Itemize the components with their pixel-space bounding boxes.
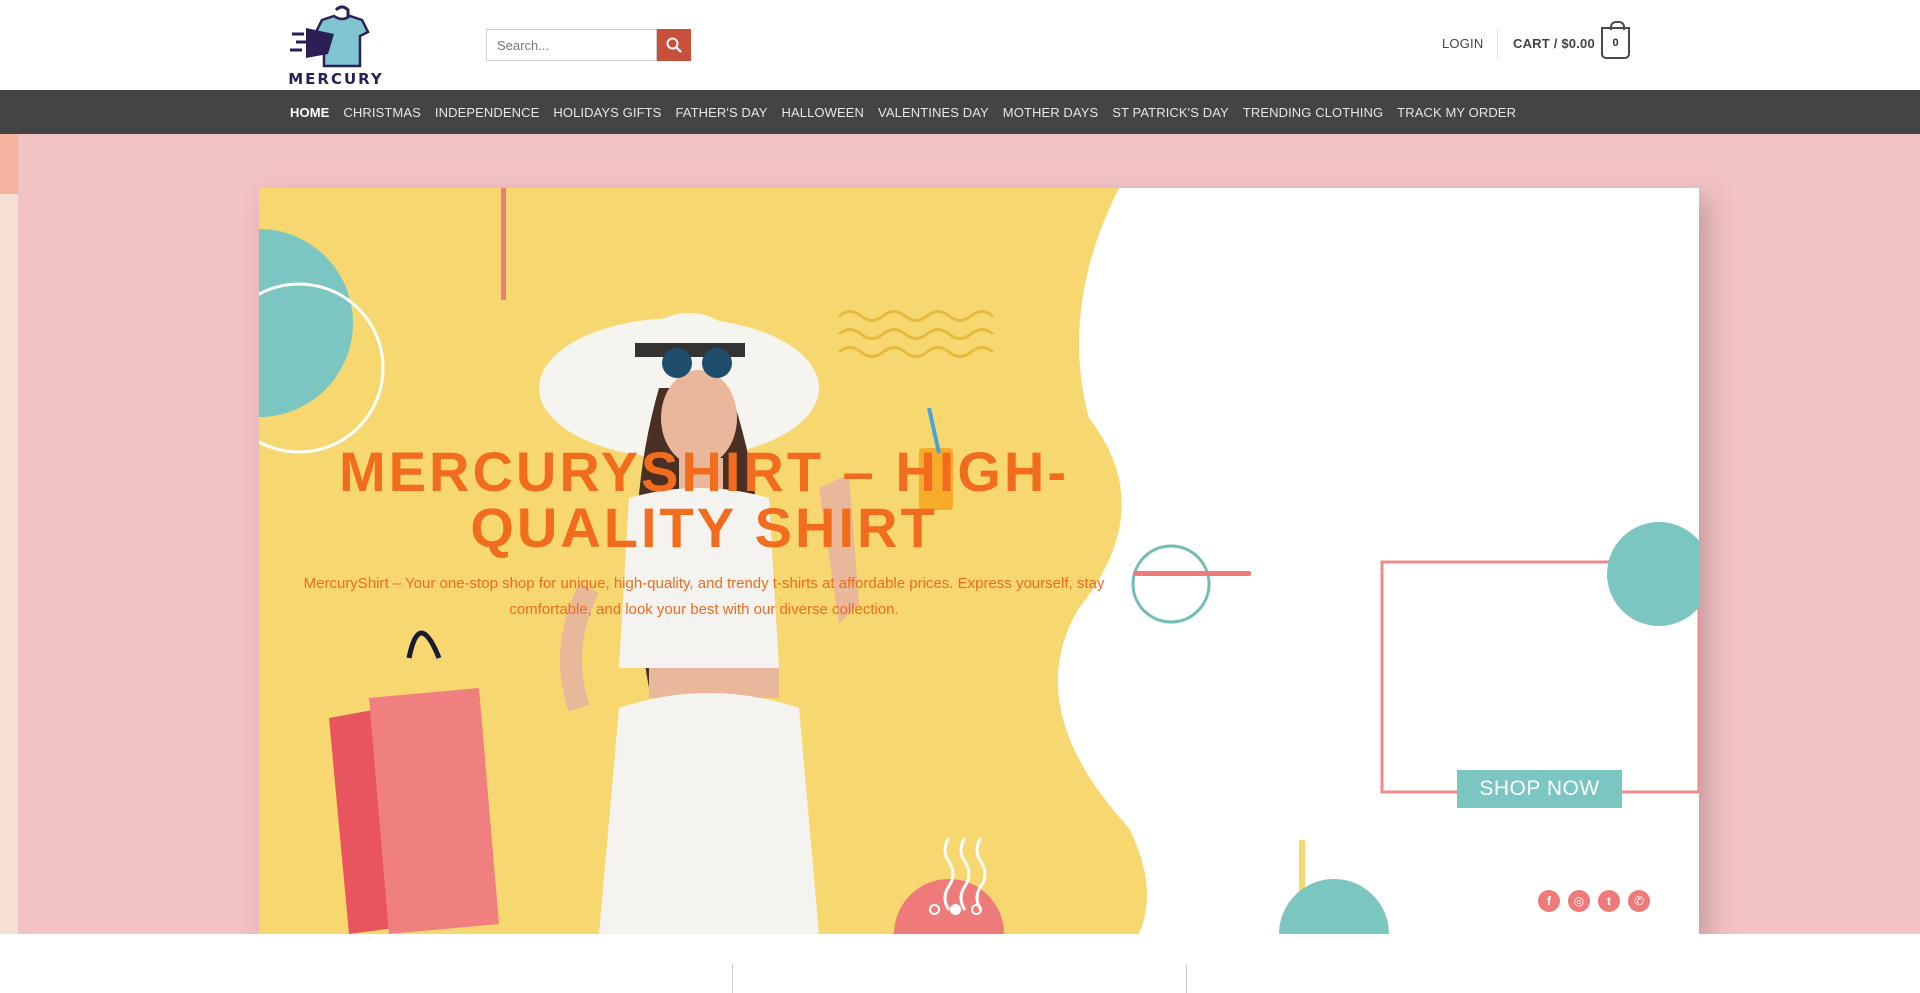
nav-item-holidays-gifts[interactable]: HOLIDAYS GIFTS bbox=[553, 105, 661, 120]
nav-item-home[interactable]: HOME bbox=[290, 105, 329, 120]
section-divider bbox=[732, 964, 733, 993]
nav-item-christmas[interactable]: CHRISTMAS bbox=[343, 105, 420, 120]
slider-dot-1[interactable] bbox=[929, 904, 940, 915]
shop-now-button[interactable]: SHOP NOW bbox=[1457, 770, 1622, 808]
search-icon bbox=[666, 37, 682, 53]
shopping-bag-logo-icon bbox=[290, 5, 370, 68]
brand-name: MERCURY bbox=[288, 70, 384, 88]
slider-dot-2[interactable] bbox=[950, 904, 961, 915]
slider-dot-3[interactable] bbox=[971, 904, 982, 915]
teal-circle-bottom-shape bbox=[1279, 879, 1389, 934]
facebook-icon[interactable]: f bbox=[1538, 890, 1560, 912]
instagram-icon[interactable]: ◎ bbox=[1568, 890, 1590, 912]
nav-item-st-patrick-s-day[interactable]: ST PATRICK'S DAY bbox=[1112, 105, 1229, 120]
previous-slide-accent bbox=[0, 134, 18, 194]
nav-item-independence[interactable]: INDEPENDENCE bbox=[435, 105, 540, 120]
slider-dots bbox=[929, 904, 982, 915]
hero-banner-image bbox=[259, 188, 1699, 934]
nav-item-track-my-order[interactable]: TRACK MY ORDER bbox=[1397, 105, 1516, 120]
previous-slide-edge bbox=[0, 134, 18, 934]
site-header: MERCURY LOGIN CART / $0.00 0 bbox=[0, 0, 1920, 90]
nav-item-father-s-day[interactable]: FATHER'S DAY bbox=[675, 105, 767, 120]
search-input[interactable] bbox=[486, 29, 657, 61]
hero-slider: MERCURYSHIRT – HIGH-QUALITY SHIRT Mercur… bbox=[0, 134, 1920, 934]
cart-count: 0 bbox=[1612, 37, 1619, 49]
main-nav: HOME CHRISTMAS INDEPENDENCE HOLIDAYS GIFTS F… bbox=[0, 90, 1920, 134]
hero-title: MERCURYSHIRT – HIGH-QUALITY SHIRT bbox=[339, 440, 1069, 559]
teal-circle-right-shape bbox=[1607, 522, 1699, 626]
login-link[interactable]: LOGIN bbox=[1442, 36, 1483, 51]
banner-artwork bbox=[259, 188, 1699, 934]
cart-count-badge[interactable]: 0 bbox=[1601, 21, 1630, 59]
pink-line-shape bbox=[501, 188, 506, 300]
nav-list: HOME CHRISTMAS INDEPENDENCE HOLIDAYS GIFTS F… bbox=[290, 90, 1530, 134]
nav-item-mother-days[interactable]: MOTHER DAYS bbox=[1003, 105, 1098, 120]
nav-item-valentines-day[interactable]: VALENTINES DAY bbox=[878, 105, 989, 120]
nav-item-halloween[interactable]: HALLOWEEN bbox=[782, 105, 865, 120]
nav-item-trending-clothing[interactable]: TRENDING CLOTHING bbox=[1243, 105, 1383, 120]
search-button[interactable] bbox=[657, 29, 691, 61]
below-fold-section bbox=[0, 934, 1920, 993]
teal-ring-shape bbox=[1131, 544, 1211, 624]
section-divider bbox=[1186, 964, 1187, 993]
twitter-icon[interactable]: t bbox=[1598, 890, 1620, 912]
hero-subtitle: MercuryShirt – Your one-stop shop for un… bbox=[303, 575, 1105, 618]
pink-bar-shape bbox=[1133, 571, 1251, 576]
cart-link[interactable]: CART / $0.00 bbox=[1513, 36, 1595, 51]
brand-logo[interactable]: MERCURY bbox=[288, 4, 384, 88]
search-form bbox=[486, 29, 691, 61]
header-divider bbox=[1497, 28, 1498, 60]
whatsapp-icon[interactable]: ✆ bbox=[1628, 890, 1650, 912]
